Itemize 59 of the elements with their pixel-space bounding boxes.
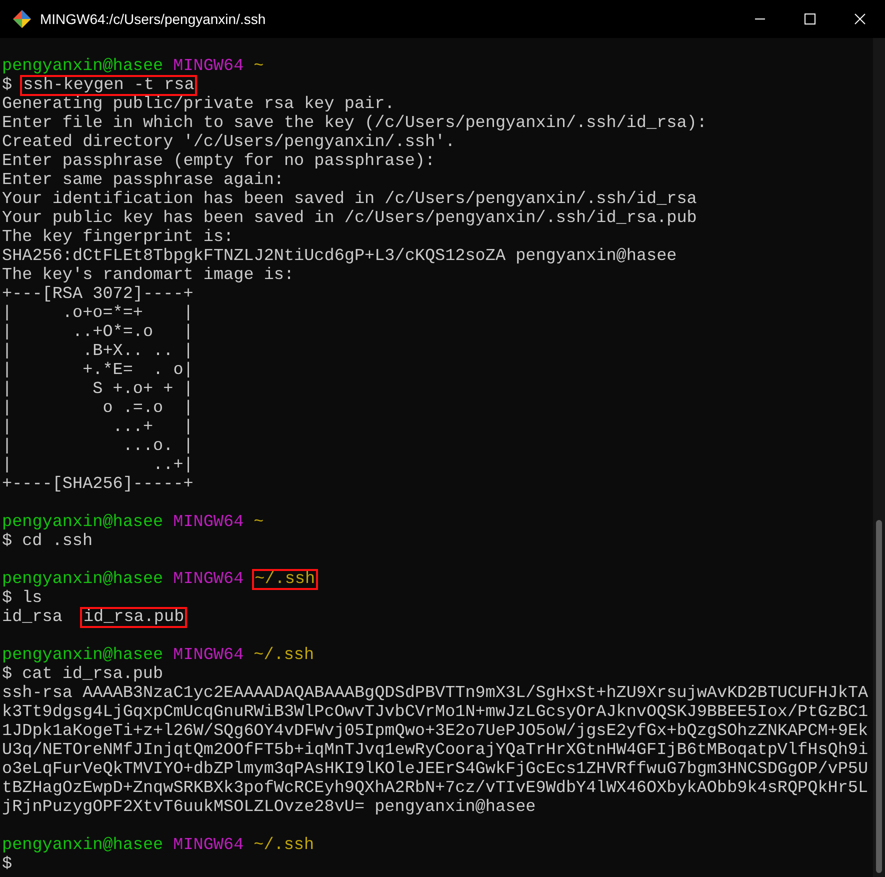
prompt-shell: MINGW64 [173, 514, 244, 531]
output-line: The key fingerprint is: [2, 229, 234, 246]
prompt-path: ~ [254, 58, 264, 75]
prompt-path: ~/.ssh [254, 837, 314, 854]
output-line: | S +.o+ + | [2, 381, 194, 398]
prompt-shell: MINGW64 [173, 58, 244, 75]
output-line: Enter same passphrase again: [2, 172, 284, 189]
app-icon [12, 9, 32, 29]
prompt-shell: MINGW64 [173, 837, 244, 854]
output-line: | ...o. | [2, 438, 194, 455]
output-line: Enter passphrase (empty for no passphrase): [2, 153, 436, 170]
file-name: id_rsa [2, 609, 62, 626]
prompt-path: ~/.ssh [254, 571, 316, 588]
prompt-shell: MINGW64 [173, 647, 244, 664]
prompt-sign: $ [2, 77, 12, 94]
output-line: SHA256:dCtFLEt8TbpgkFTNZLJ2NtiUcd6gP+L3/cKQS12soZA pengyanxin@hasee [2, 248, 677, 265]
output-line: jRjnPuzygOPF2XtvT6uukMSOLZLOvze28vU= pengyanxin@hasee [2, 799, 536, 816]
prompt-sign: $ [2, 590, 12, 607]
scrollbar[interactable] [873, 38, 885, 877]
prompt-user: pengyanxin@hasee [2, 571, 164, 588]
prompt-user: pengyanxin@hasee [2, 837, 164, 854]
output-line: Your public key has been saved in /c/Users/pengyanxin/.ssh/id_rsa.pub [2, 210, 697, 227]
command-text: ssh-keygen -t rsa [22, 77, 196, 94]
output-line: o3eLqFurVeQkTMVIYO+dbZPlmym3qPAsHKI9lKOleJEErS4GwkFjGcEcs1ZHVRffwuG7bgm3HNCSDGgOP/vP5U [2, 761, 868, 778]
prompt-path: ~ [254, 514, 264, 531]
output-line: U3q/NETOreNMfJInjqtQm2OOfFT5b+iqMnTJvq1ewRyCoorajYQaTrHrXGtnHW4GFIjB6tMBoqatpVlfHsQh9i [2, 742, 868, 759]
output-line: | ...+ | [2, 419, 194, 436]
prompt-user: pengyanxin@hasee [2, 514, 164, 531]
output-line: The key's randomart image is: [2, 267, 294, 284]
output-line: +---[RSA 3072]----+ [2, 286, 194, 303]
output-line: | +.*E= . o| [2, 362, 194, 379]
window-title: MINGW64:/c/Users/pengyanxin/.ssh [40, 11, 266, 27]
output-line: Your identification has been saved in /c/Users/pengyanxin/.ssh/id_rsa [2, 191, 697, 208]
output-line: Enter file in which to save the key (/c/Users/pengyanxin/.ssh/id_rsa): [2, 115, 707, 132]
prompt-path: ~/.ssh [254, 647, 314, 664]
output-line: | o .=.o | [2, 400, 194, 417]
output-line: k3Tt9dgsg4LjGqxpCmUcqGnuRWiB3WlPcOwvTJvbCVrMo1N+mwJzLGcsyOrAJknvOQSKJ9BBEE5Iox/PtGzBC1 [2, 704, 868, 721]
maximize-icon [804, 13, 816, 25]
output-line: ssh-rsa AAAAB3NzaC1yc2EAAAADAQABAAABgQDSdPBVTTn9mX3L/SgHxSt+hZU9XrsujwAvKD2BTUCUFHJkTA [2, 685, 868, 702]
output-line: | ..+O*=.o | [2, 324, 194, 341]
command-text: cat id_rsa.pub [22, 666, 164, 683]
prompt-sign: $ [2, 533, 12, 550]
output-line: tBZHagOzEwpD+ZnqwSRKBXk3pofWcRCEyh9QXhA2RbN+7cz/vTIvE9WdbY4lWX46OXbykAObb9k4sRQPQkHr5L [2, 780, 868, 797]
file-name: id_rsa.pub [82, 609, 186, 626]
output-line: +----[SHA256]-----+ [2, 476, 194, 493]
output-line: | .o+o=*=+ | [2, 305, 194, 322]
output-line: | ..+| [2, 457, 194, 474]
prompt-sign: $ [2, 666, 12, 683]
output-line: Generating public/private rsa key pair. [2, 96, 395, 113]
prompt-user: pengyanxin@hasee [2, 647, 164, 664]
output-line: | .B+X.. .. | [2, 343, 194, 360]
command-text: ls [22, 590, 42, 607]
prompt-user: pengyanxin@hasee [2, 58, 164, 75]
prompt-shell: MINGW64 [173, 571, 244, 588]
close-icon [854, 13, 866, 25]
prompt-sign: $ [2, 856, 12, 873]
output-line: 1JDpk1aKogeTi+z+l26W/SQg6OY4vDFWvj05IpmQwo+3E2o7UePJO5oW/jgsE2yfGx+bQzgSOhzZNKAPCM+9Ek [2, 723, 868, 740]
output-line: Created directory '/c/Users/pengyanxin/.ssh'. [2, 134, 456, 151]
command-text: cd .ssh [22, 533, 93, 550]
